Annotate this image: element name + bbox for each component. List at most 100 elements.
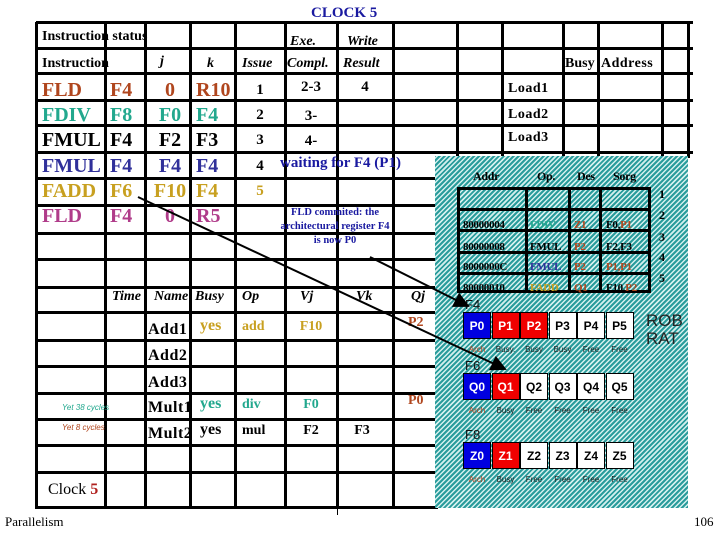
rs-name: Mult1 xyxy=(148,399,193,416)
rs-vj: F0 xyxy=(303,397,319,412)
grid-line-h xyxy=(36,99,693,102)
physical-register-P0: P0 xyxy=(463,312,491,339)
rs-header-vk: Vk xyxy=(356,289,373,304)
grid-line-h xyxy=(36,444,438,447)
rob-sorg: F2,F3 xyxy=(606,241,632,253)
instruction-j: 0 xyxy=(165,205,175,227)
rob-header-sorg: Sorg xyxy=(613,169,636,183)
register-state-label: Free xyxy=(525,406,543,415)
grid-line-h xyxy=(36,506,438,509)
instruction-issue: 1 xyxy=(256,82,264,98)
instruction-op: FDIV xyxy=(42,104,91,126)
commit-note-line: FLD commited: the xyxy=(290,207,380,218)
register-state-label: Arch xyxy=(468,345,486,354)
instruction-k: R5 xyxy=(196,205,221,227)
rob-index: 4 xyxy=(659,250,665,264)
instruction-dest: F4 xyxy=(110,79,133,101)
header-write-bottom: Result xyxy=(343,56,380,71)
instruction-k: R10 xyxy=(196,79,231,101)
rob-col-divider xyxy=(525,190,528,290)
instruction-j: 0 xyxy=(165,79,175,101)
rob-des: P2 xyxy=(574,261,586,273)
rob-des: Q1 xyxy=(574,282,588,294)
physical-register-Q5: Q5 xyxy=(605,373,634,400)
rob-addr: 80000010 xyxy=(463,282,505,294)
rob-header-addr: Addr xyxy=(473,169,500,183)
physical-register-Q4: Q4 xyxy=(577,373,605,400)
grid-line-h xyxy=(36,21,693,24)
rs-header-busy: Busy xyxy=(195,289,224,304)
instruction-write: 4 xyxy=(361,79,369,95)
footer-title: Parallelism xyxy=(5,514,64,529)
register-state-label: Busy xyxy=(525,345,543,354)
page-number: 106 xyxy=(694,514,714,529)
register-state-label: Free xyxy=(582,406,600,415)
rs-op: add xyxy=(242,319,265,334)
grid-line-h xyxy=(36,365,438,368)
instruction-exe: 3- xyxy=(304,108,318,124)
rob-sorg-first: F0, xyxy=(606,219,621,231)
rs-qj: P0 xyxy=(408,393,424,408)
clock-label: Clock 5 xyxy=(48,482,98,498)
instruction-dest: F4 xyxy=(110,155,133,177)
load-buffer-name: Load3 xyxy=(508,130,549,145)
register-state-label: Free xyxy=(582,345,600,354)
instruction-j: F0 xyxy=(158,104,182,126)
physical-register-Z0: Z0 xyxy=(463,442,491,469)
rs-busy: yes xyxy=(200,421,222,438)
instruction-k: F4 xyxy=(196,104,219,126)
rob-index: 3 xyxy=(659,230,665,244)
header-busy: Busy xyxy=(565,56,595,71)
clock-value: 5 xyxy=(90,481,99,498)
rob-sorg-first: P1,P1 xyxy=(606,261,632,273)
grid-line-h xyxy=(36,258,438,261)
clock-title: CLOCK 5 xyxy=(311,5,378,21)
header-exe-bottom: Compl. xyxy=(287,56,329,71)
grid-line-h xyxy=(36,286,438,289)
instruction-issue: 4 xyxy=(256,158,264,174)
register-state-label: Free xyxy=(611,475,628,484)
grid-line-v xyxy=(392,22,395,509)
instruction-dest: F4 xyxy=(110,129,133,151)
grid-line-h xyxy=(36,392,438,395)
register-state-label: Free xyxy=(554,475,571,484)
rs-busy: yes xyxy=(200,317,222,334)
header-write-top: Write xyxy=(347,34,378,49)
register-state-label: Busy xyxy=(496,475,515,484)
instruction-exe: 2-3 xyxy=(301,79,321,95)
rs-qj: P2 xyxy=(408,315,424,330)
register-state-label: Free xyxy=(611,345,628,354)
rs-vj: F10 xyxy=(299,319,323,334)
grid-line-h xyxy=(36,339,438,342)
register-state-label: Busy xyxy=(553,345,572,354)
rs-op: mul xyxy=(242,423,266,438)
grid-line-v xyxy=(562,22,565,158)
physical-register-Q0: Q0 xyxy=(463,373,491,400)
commit-note: FLD commited: the architectural register… xyxy=(250,206,420,248)
rob-des: Z1 xyxy=(574,219,587,231)
rob-op: FMUL xyxy=(530,241,562,253)
register-label: F6 xyxy=(465,358,481,373)
instruction-j: F10 xyxy=(153,180,187,202)
grid-line-h xyxy=(36,418,438,421)
rob-sorg: F10,P2 xyxy=(606,282,637,294)
instruction-dest: F4 xyxy=(110,205,133,227)
rob-op: FADD xyxy=(530,282,559,294)
rob-header-des: Des xyxy=(577,169,595,183)
physical-register-Q3: Q3 xyxy=(548,373,577,400)
instruction-j: F2 xyxy=(158,129,182,151)
header-instruction: Instruction xyxy=(42,56,109,71)
grid-line-v xyxy=(337,505,338,515)
rs-cycles-note: Yet 38 cycles xyxy=(62,403,110,412)
register-state-label: Free xyxy=(611,406,628,415)
rob-row-divider xyxy=(460,208,648,211)
grid-line-v xyxy=(501,22,504,158)
grid-line-v xyxy=(456,22,459,158)
register-state-label: Busy. xyxy=(495,345,516,354)
rs-header-op: Op xyxy=(242,289,260,304)
instruction-op: FMUL xyxy=(42,129,101,151)
rob-index: 2 xyxy=(659,208,665,222)
commit-note-line: is now P0 xyxy=(313,235,357,246)
physical-register-Q2: Q2 xyxy=(520,373,548,400)
grid-line-v xyxy=(104,22,107,509)
